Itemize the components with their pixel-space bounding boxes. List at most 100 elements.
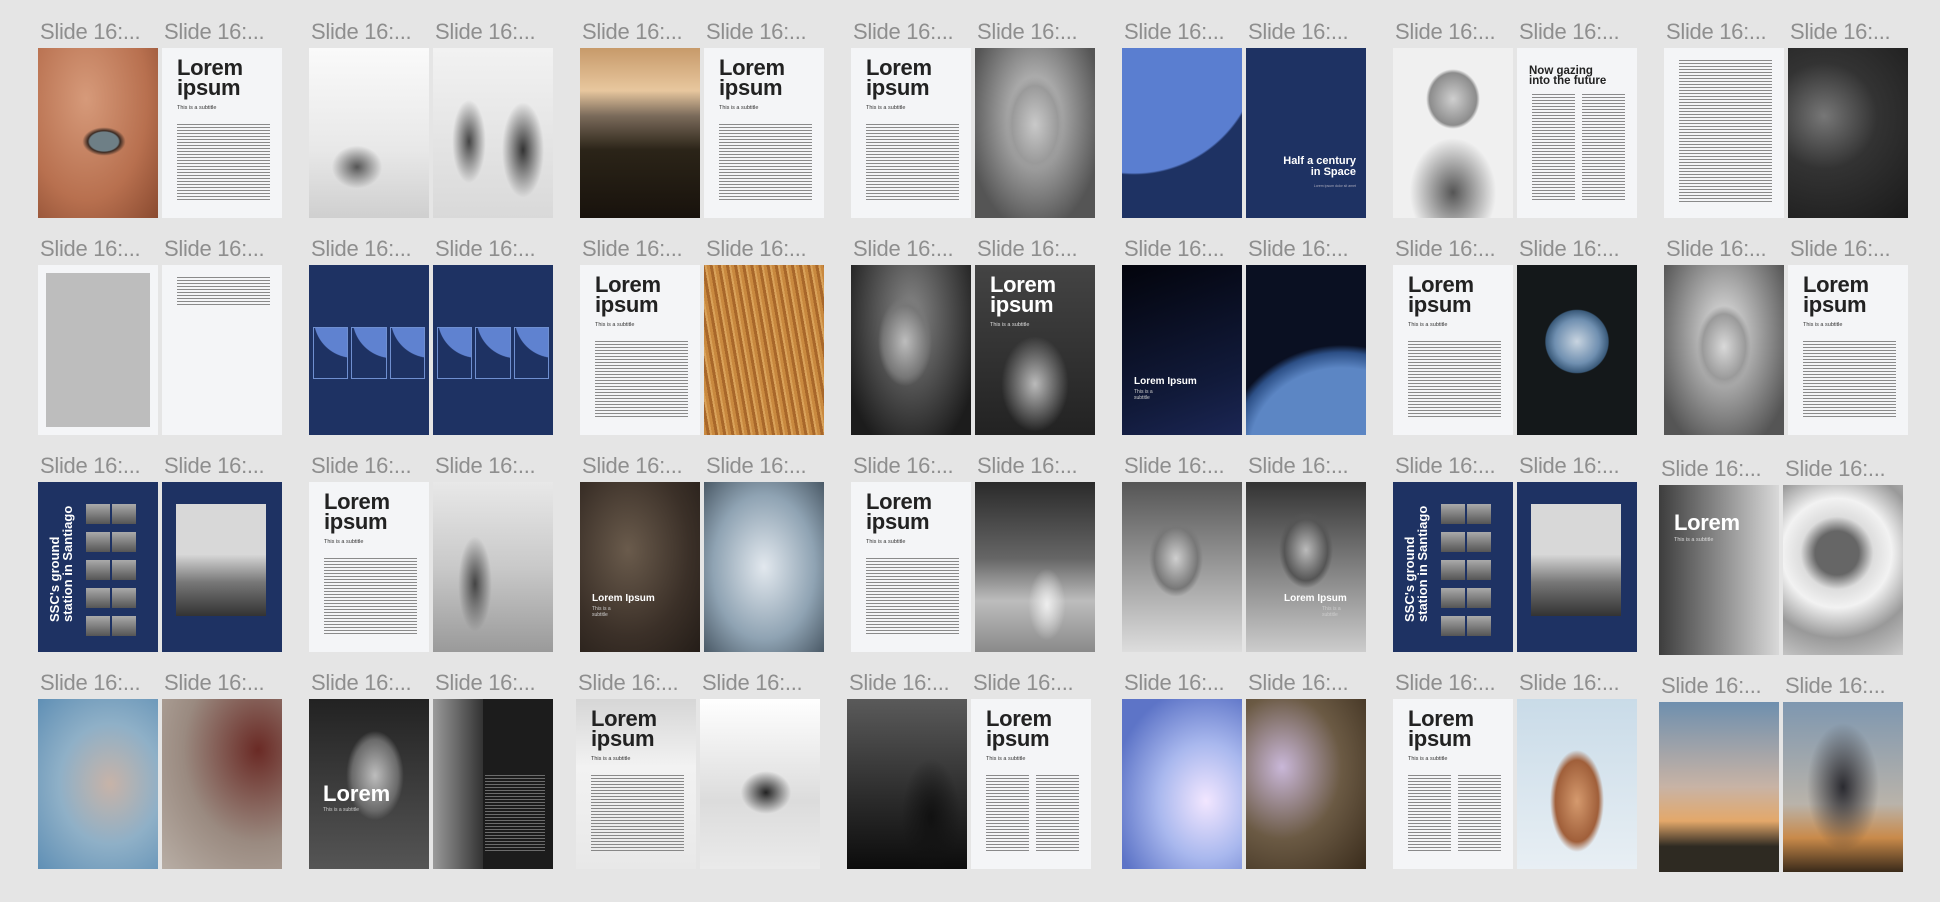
slide-label: Slide 16:...: [311, 670, 412, 695]
slide-thumbnail[interactable]: Lorem This is a subtitle: [1659, 485, 1779, 655]
slide-thumbnail[interactable]: Half a century in Space Lorem ipsum dolo…: [1246, 48, 1366, 218]
slide-thumbnail[interactable]: Lorem Ipsum This is a subtitle: [1122, 265, 1242, 435]
slide-thumbnail[interactable]: [580, 48, 700, 218]
slide-label: Slide 16:...: [435, 19, 536, 44]
slide-thumbnail[interactable]: [1122, 482, 1242, 652]
slide-thumbnail[interactable]: [433, 699, 553, 869]
slide-thumbnail[interactable]: Lorem ipsum This is a subtitle: [971, 699, 1091, 869]
slide-spread: Slide 16:... Slide 16:... Lorem ipsum Th…: [38, 18, 282, 224]
slide-thumbnail[interactable]: Lorem Ipsum This is a subtitle: [580, 482, 700, 652]
slide-label: Slide 16:...: [1661, 673, 1762, 698]
body-text: [986, 775, 1079, 853]
slide-thumbnail[interactable]: Lorem This is a subtitle: [309, 699, 429, 869]
eye-photo: [38, 48, 158, 218]
slide-thumbnail[interactable]: [704, 265, 824, 435]
slide-subtitle: This is a subtitle: [866, 105, 906, 111]
slide-heading: Lorem ipsum: [1408, 272, 1474, 317]
wheat-field-photo: [704, 265, 824, 435]
slide-spread: Slide 16:... Slide 16:... Lorem Ipsum Th…: [1122, 235, 1366, 441]
slide-thumbnail[interactable]: [975, 482, 1095, 652]
slide-thumbnail[interactable]: [1517, 699, 1637, 869]
slide-thumbnail[interactable]: [1393, 48, 1513, 218]
slide-thumbnail[interactable]: [433, 48, 553, 218]
slide-label: Slide 16:...: [40, 19, 141, 44]
slide-thumbnail[interactable]: [1664, 265, 1784, 435]
hands-photo: [1517, 699, 1637, 869]
slide-thumbnail[interactable]: [1664, 48, 1784, 218]
slide-thumbnail[interactable]: Lorem Ipsum This is a subtitle: [1246, 482, 1366, 652]
body-text: [866, 558, 959, 636]
slide-thumbnail[interactable]: [847, 699, 967, 869]
terrain-photo: [580, 482, 700, 652]
slide-spread: Slide 16:... Slide 16:... Lorem ipsum Th…: [851, 452, 1095, 658]
slide-label: Slide 16:...: [1395, 19, 1496, 44]
slide-spread: Slide 16:... Slide 16:... Lorem ipsum Th…: [580, 18, 824, 224]
portrait-man-smiling-photo: [433, 699, 483, 869]
night-sky-palms-photo: [847, 699, 967, 869]
slide-heading: Lorem ipsum: [990, 272, 1056, 317]
slide-thumbnail[interactable]: Lorem ipsum This is a subtitle: [580, 265, 700, 435]
slide-thumbnail[interactable]: [1122, 48, 1242, 218]
slide-label: Slide 16:...: [1785, 673, 1886, 698]
slide-subtitle: This is a subtitle: [866, 539, 906, 545]
slide-label: Slide 16:...: [40, 453, 141, 478]
slide-thumbnail[interactable]: [1783, 485, 1903, 655]
slide-thumbnail[interactable]: [1517, 482, 1637, 652]
slide-thumbnail[interactable]: [704, 482, 824, 652]
slide-heading: Half a century in Space: [1283, 155, 1356, 178]
slide-thumbnail[interactable]: [700, 699, 820, 869]
slide-thumbnail[interactable]: [851, 265, 971, 435]
slide-thumbnail[interactable]: [975, 48, 1095, 218]
slide-thumbnail[interactable]: [38, 48, 158, 218]
slide-label: Slide 16:...: [311, 236, 412, 261]
slide-thumbnail[interactable]: SSC's ground station in Santiago: [38, 482, 158, 652]
slide-thumbnail[interactable]: Lorem ipsum This is a subtitle: [1393, 699, 1513, 869]
slide-thumbnail[interactable]: [433, 265, 553, 435]
slide-heading: Lorem: [1674, 510, 1740, 535]
slide-thumbnail[interactable]: Lorem ipsum This is a subtitle: [309, 482, 429, 652]
slide-heading: Lorem ipsum: [719, 55, 785, 100]
slide-thumbnail[interactable]: Lorem ipsum This is a subtitle: [1788, 265, 1908, 435]
slide-thumbnail[interactable]: [1246, 699, 1366, 869]
slide-label: Slide 16:...: [1124, 236, 1225, 261]
slide-thumbnail[interactable]: [1517, 265, 1637, 435]
slide-thumbnail[interactable]: Lorem ipsum This is a subtitle: [576, 699, 696, 869]
slide-thumbnail[interactable]: [162, 265, 282, 435]
slide-thumbnail[interactable]: [1788, 48, 1908, 218]
slide-thumbnail[interactable]: Lorem ipsum This is a subtitle: [851, 48, 971, 218]
slide-heading: Lorem ipsum: [866, 489, 932, 534]
slide-label: Slide 16:...: [1248, 453, 1349, 478]
slide-thumbnail[interactable]: Lorem ipsum This is a subtitle: [1393, 265, 1513, 435]
image-grid: [1441, 504, 1499, 644]
slide-label: Slide 16:...: [706, 453, 807, 478]
body-text: [177, 277, 270, 305]
slide-thumbnail[interactable]: [1246, 265, 1366, 435]
slide-thumbnail[interactable]: [1659, 702, 1779, 872]
slide-thumbnail[interactable]: SSC's ground station in Santiago: [1393, 482, 1513, 652]
slide-thumbnail[interactable]: [433, 482, 553, 652]
slide-label: Slide 16:...: [1248, 236, 1349, 261]
slide-thumbnail[interactable]: Lorem ipsum This is a subtitle: [975, 265, 1095, 435]
slide-spread: Slide 16:... Slide 16:... Lorem Ipsum Th…: [580, 452, 824, 658]
slide-thumbnail[interactable]: [38, 265, 158, 435]
slide-label: Slide 16:...: [1666, 19, 1767, 44]
slide-thumbnail[interactable]: [309, 265, 429, 435]
slide-thumbnail[interactable]: [162, 482, 282, 652]
slide-thumbnail[interactable]: Lorem ipsum This is a subtitle: [851, 482, 971, 652]
slide-thumbnail[interactable]: Now gazing into the future: [1517, 48, 1637, 218]
slide-thumbnail[interactable]: [1783, 702, 1903, 872]
slide-thumbnail[interactable]: [38, 699, 158, 869]
slide-spread: Slide 16:... Slide 16:... SSC's ground s…: [1393, 452, 1637, 658]
slide-thumbnail[interactable]: Lorem ipsum This is a subtitle: [704, 48, 824, 218]
slide-label: Slide 16:...: [1790, 19, 1891, 44]
slide-heading: Lorem ipsum: [866, 55, 932, 100]
slide-thumbnail[interactable]: [1122, 699, 1242, 869]
slide-subtitle: This is a subtitle: [1134, 389, 1153, 401]
slide-heading: Lorem ipsum: [591, 706, 657, 751]
slide-thumbnail[interactable]: [162, 699, 282, 869]
slide-heading: Lorem ipsum: [324, 489, 390, 534]
slide-label: Slide 16:...: [435, 236, 536, 261]
slide-label: Slide 16:...: [1519, 236, 1620, 261]
slide-thumbnail[interactable]: Lorem ipsum This is a subtitle: [162, 48, 282, 218]
slide-thumbnail[interactable]: [309, 48, 429, 218]
